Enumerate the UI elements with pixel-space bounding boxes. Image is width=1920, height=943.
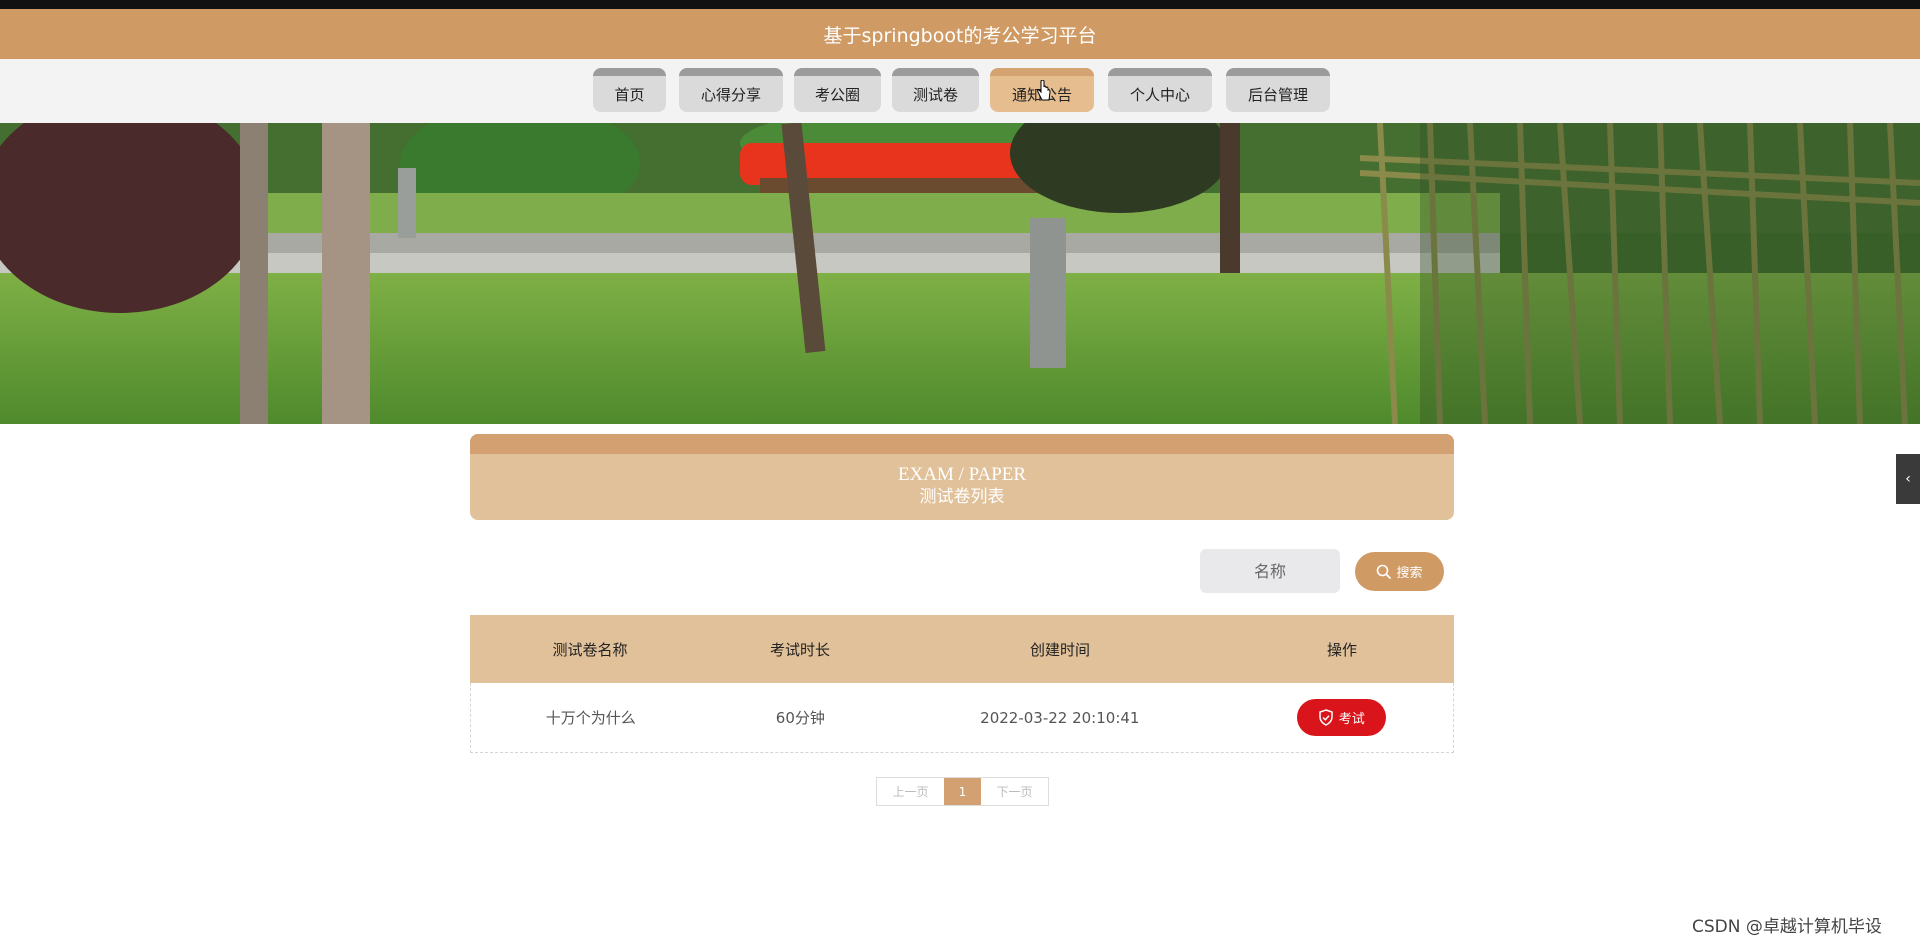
side-panel-toggle[interactable]: ‹ xyxy=(1896,454,1920,504)
site-title: 基于springboot的考公学习平台 xyxy=(823,24,1097,47)
nav-item-exam-circle[interactable]: 考公圈 xyxy=(794,68,881,112)
start-exam-label: 考试 xyxy=(1338,712,1365,727)
nav-item-home[interactable]: 首页 xyxy=(593,68,666,112)
garden-scene-icon xyxy=(0,123,1920,424)
shield-check-icon xyxy=(1318,709,1333,726)
test-paper-table: 测试卷名称 考试时长 创建时间 操作 十万个为什么 60分钟 2022-03-2… xyxy=(470,615,1454,753)
nav-item-admin[interactable]: 后台管理 xyxy=(1226,68,1330,112)
pagination: 上一页 1 下一页 xyxy=(876,777,1049,806)
cell-action: 考试 xyxy=(1229,699,1453,736)
banner-image xyxy=(0,123,1920,424)
cell-paper-name: 十万个为什么 xyxy=(545,709,636,727)
search-icon xyxy=(1377,564,1392,579)
search-input[interactable] xyxy=(1200,549,1340,593)
cell-created-time: 2022-03-22 20:10:41 xyxy=(980,708,1140,727)
window-top-strip xyxy=(0,0,1920,9)
nav-item-personal-center[interactable]: 个人中心 xyxy=(1108,68,1212,112)
chevron-left-icon: ‹ xyxy=(1905,471,1911,487)
search-button-label: 搜索 xyxy=(1396,566,1423,581)
watermark-text: CSDN @卓越计算机毕设 xyxy=(1692,917,1882,937)
nav-item-test-paper[interactable]: 测试卷 xyxy=(892,68,979,112)
table-header: 测试卷名称 考试时长 创建时间 操作 xyxy=(470,615,1454,683)
main-nav: 首页 心得分享 考公圈 测试卷 通知公告 个人中心 后台管理 xyxy=(0,59,1920,124)
cell-duration: 60分钟 xyxy=(775,709,825,727)
section-title-en: EXAM / PAPER xyxy=(897,464,1027,485)
nav-item-experience-share[interactable]: 心得分享 xyxy=(679,68,783,112)
pagination-page-1[interactable]: 1 xyxy=(944,778,981,805)
section-header-band xyxy=(470,434,1454,454)
column-header-action: 操作 xyxy=(1326,640,1357,659)
section-header: EXAM / PAPER 测试卷列表 xyxy=(470,434,1454,520)
table-row: 十万个为什么 60分钟 2022-03-22 20:10:41 考试 xyxy=(470,683,1454,753)
mouse-cursor-icon xyxy=(1037,80,1051,101)
start-exam-button[interactable]: 考试 xyxy=(1296,699,1386,736)
column-header-duration: 考试时长 xyxy=(769,640,830,659)
column-header-created: 创建时间 xyxy=(1029,640,1090,659)
pagination-next-button[interactable]: 下一页 xyxy=(981,778,1048,805)
pagination-prev-button[interactable]: 上一页 xyxy=(877,778,944,805)
section-title-cn: 测试卷列表 xyxy=(919,487,1005,507)
site-title-bar: 基于springboot的考公学习平台 xyxy=(0,9,1920,59)
column-header-name: 测试卷名称 xyxy=(552,640,628,659)
search-button[interactable]: 搜索 xyxy=(1355,552,1444,591)
